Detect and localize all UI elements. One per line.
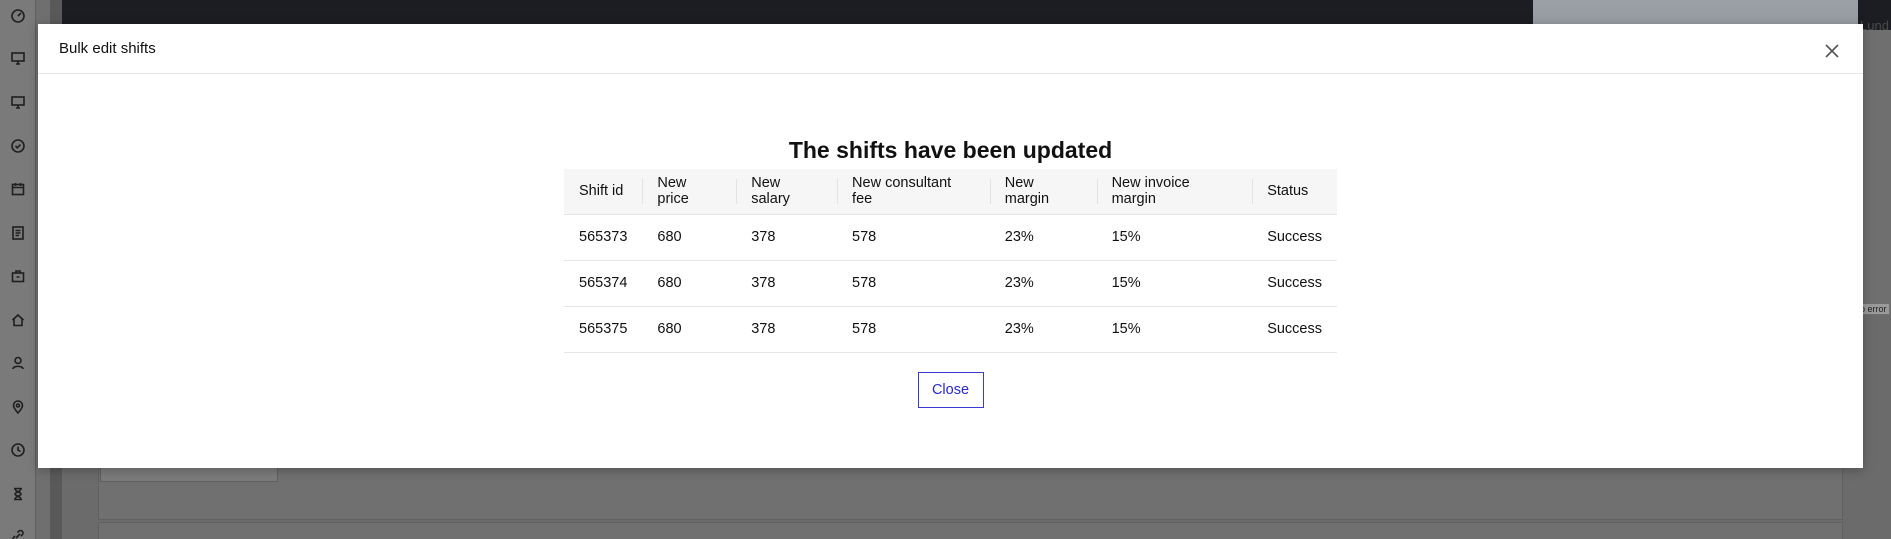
result-heading: The shifts have been updated	[788, 137, 1113, 163]
cell-new-salary: 378	[736, 306, 838, 353]
table-header-row: Shift id New price New salary New consul…	[564, 169, 1337, 215]
cell-new-invoice-margin: 15%	[1096, 260, 1253, 307]
table-row: 565374 680 378 578 23% 15% Success	[564, 260, 1337, 307]
link-icon[interactable]	[9, 527, 27, 539]
cell-new-price: 680	[642, 260, 737, 307]
modal-body: The shifts have been updated Shift id Ne…	[38, 74, 1863, 408]
cell-new-margin: 23%	[989, 214, 1097, 261]
check-circle-icon[interactable]	[9, 137, 27, 155]
modal-title: Bulk edit shifts	[59, 40, 156, 57]
app-sidebar	[0, 0, 36, 539]
background-photo-label: Lund	[1860, 18, 1889, 33]
cell-new-invoice-margin: 15%	[1096, 306, 1253, 353]
cell-new-consultant-fee: 578	[837, 306, 990, 353]
background-card-2	[98, 522, 1843, 539]
cell-status: Success	[1252, 260, 1337, 307]
bulk-edit-modal: Bulk edit shifts The shifts have been up…	[38, 24, 1863, 468]
clock-icon[interactable]	[9, 441, 27, 459]
monitor-icon[interactable]	[9, 49, 27, 67]
cell-shift-id: 565373	[564, 214, 643, 261]
home-icon[interactable]	[9, 311, 27, 329]
dashboard-icon[interactable]	[9, 6, 27, 24]
column-header-new-salary: New salary	[736, 169, 838, 215]
calendar-icon[interactable]	[9, 180, 27, 198]
document-icon[interactable]	[9, 224, 27, 242]
column-header-new-invoice-margin: New invoice margin	[1096, 169, 1253, 215]
location-pin-icon[interactable]	[9, 398, 27, 416]
cell-new-margin: 23%	[989, 260, 1097, 307]
close-icon[interactable]	[1821, 40, 1843, 62]
table-row: 565375 680 378 578 23% 15% Success	[564, 306, 1337, 353]
cell-new-price: 680	[642, 214, 737, 261]
table-row: 565373 680 378 578 23% 15% Success	[564, 214, 1337, 261]
cell-shift-id: 565375	[564, 306, 643, 353]
cell-status: Success	[1252, 306, 1337, 353]
cell-new-price: 680	[642, 306, 737, 353]
column-header-shift-id: Shift id	[564, 169, 643, 215]
cell-new-consultant-fee: 578	[837, 214, 990, 261]
column-header-new-price: New price	[642, 169, 737, 215]
cell-new-invoice-margin: 15%	[1096, 214, 1253, 261]
column-header-new-margin: New margin	[989, 169, 1097, 215]
close-button[interactable]: Close	[917, 371, 984, 408]
monitor-icon[interactable]	[9, 93, 27, 111]
results-table: Shift id New price New salary New consul…	[564, 169, 1337, 353]
cell-shift-id: 565374	[564, 260, 643, 307]
cell-new-salary: 378	[736, 260, 838, 307]
modal-header: Bulk edit shifts	[38, 24, 1863, 74]
hourglass-icon[interactable]	[9, 485, 27, 503]
bag-icon[interactable]	[9, 267, 27, 285]
cell-status: Success	[1252, 214, 1337, 261]
cell-new-margin: 23%	[989, 306, 1097, 353]
user-icon[interactable]	[9, 354, 27, 372]
column-header-new-consultant-fee: New consultant fee	[837, 169, 990, 215]
column-header-status: Status	[1252, 169, 1337, 215]
cell-new-salary: 378	[736, 214, 838, 261]
cell-new-consultant-fee: 578	[837, 260, 990, 307]
